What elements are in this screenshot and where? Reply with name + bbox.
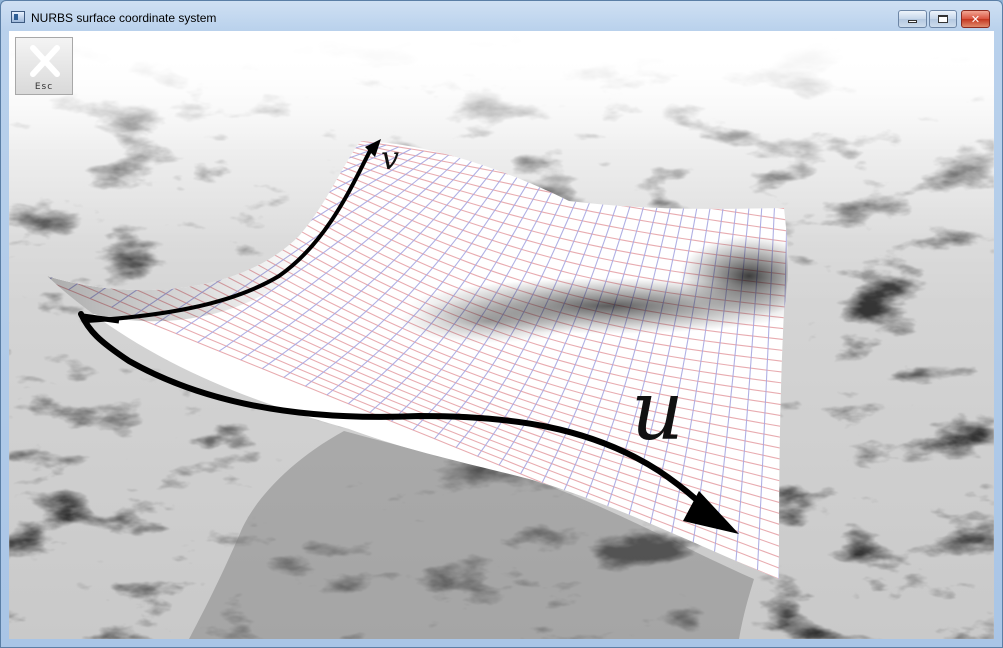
- esc-button[interactable]: Esc: [15, 37, 73, 95]
- close-button[interactable]: ✕: [961, 10, 990, 28]
- app-window: NURBS surface coordinate system ✕ u v Es…: [0, 0, 1003, 648]
- title-bar[interactable]: NURBS surface coordinate system ✕: [1, 1, 1002, 31]
- 3d-scene: u v: [9, 31, 994, 639]
- maximize-icon: [938, 15, 948, 23]
- render-viewport[interactable]: u v Esc: [9, 31, 994, 639]
- maximize-button[interactable]: [929, 10, 957, 28]
- close-icon: ✕: [970, 12, 981, 26]
- minimize-icon: [908, 20, 917, 23]
- minimize-button[interactable]: [898, 10, 927, 28]
- close-x-icon: [30, 45, 60, 77]
- v-axis-label: v: [381, 139, 399, 177]
- app-window-icon: [11, 11, 25, 23]
- esc-label: Esc: [34, 82, 54, 92]
- u-axis-label: u: [631, 364, 684, 459]
- window-title: NURBS surface coordinate system: [31, 11, 217, 25]
